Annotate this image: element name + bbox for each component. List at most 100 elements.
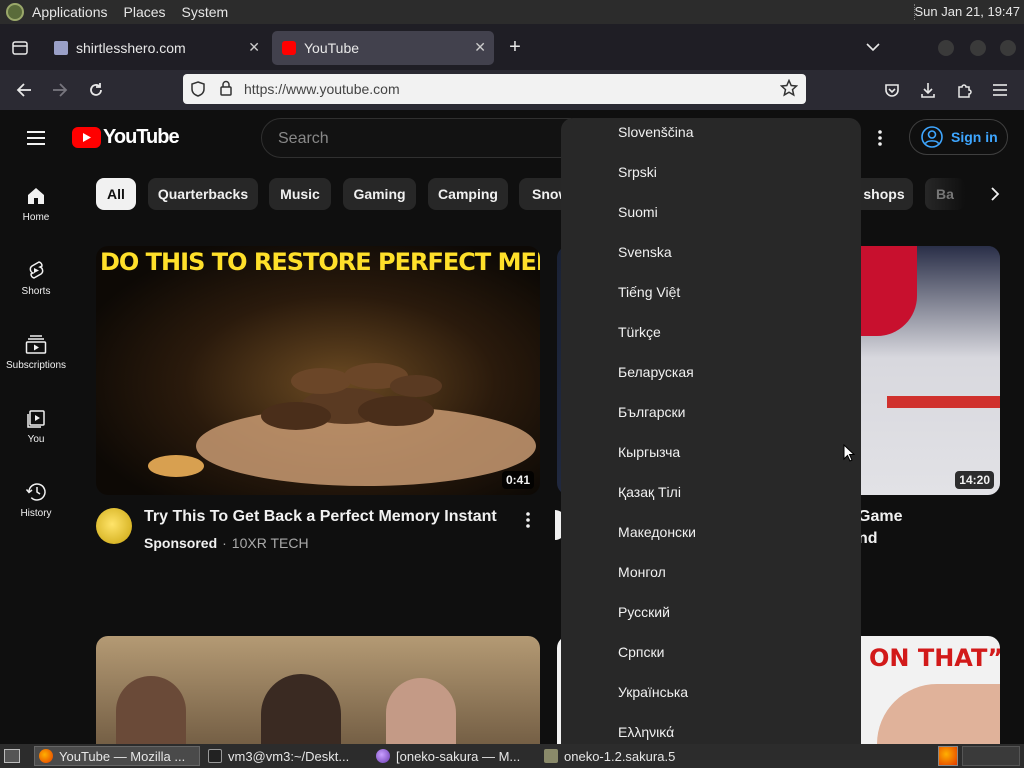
panel-clock[interactable]: Sun Jan 21, 19:47	[914, 4, 1020, 19]
jersey-red-stripe	[887, 396, 1000, 408]
chip-quarterbacks[interactable]: Quarterbacks	[148, 178, 258, 210]
language-option[interactable]: Кыргызча	[618, 444, 680, 460]
taskbar-item-folder[interactable]: oneko-1.2.sakura.5	[540, 746, 704, 766]
app-menu-icon[interactable]	[990, 80, 1010, 100]
site-favicon-icon	[54, 41, 68, 55]
language-option[interactable]: Српски	[618, 644, 664, 660]
window-close-icon[interactable]	[1000, 40, 1016, 56]
language-option[interactable]: Монгол	[618, 564, 666, 580]
taskbar-label: oneko-1.2.sakura.5	[564, 748, 676, 764]
gnome-foot-icon[interactable]	[6, 3, 24, 21]
video-duration: 0:41	[501, 471, 534, 489]
tab-shirtlesshero[interactable]: shirtlesshero.com ✕	[44, 31, 268, 65]
taskbar-item-firefox[interactable]: YouTube — Mozilla ...	[34, 746, 200, 766]
language-option[interactable]: Srpski	[618, 164, 657, 180]
taskbar-label: [oneko-sakura — M...	[396, 748, 521, 764]
lock-icon[interactable]	[219, 80, 233, 99]
language-option[interactable]: Türkçe	[618, 324, 661, 340]
nav-label: Shorts	[21, 286, 51, 297]
language-option[interactable]: Tiếng Việt	[618, 284, 680, 300]
shield-icon[interactable]	[191, 81, 205, 100]
chip-music[interactable]: Music	[269, 178, 331, 210]
chips-next-icon[interactable]	[985, 184, 1005, 204]
nav-you[interactable]: You	[0, 408, 72, 445]
places-menu[interactable]: Places	[116, 4, 174, 20]
system-menu[interactable]: System	[174, 4, 237, 20]
tab-title: YouTube	[304, 40, 360, 56]
workspace-slot[interactable]	[962, 746, 1020, 766]
url-bar[interactable]: https://www.youtube.com	[183, 74, 806, 104]
youtube-favicon-icon	[282, 41, 296, 55]
person-image	[116, 676, 186, 744]
sign-in-button[interactable]: Sign in	[909, 119, 1008, 155]
guide-menu-icon[interactable]	[24, 128, 48, 148]
search-input[interactable]: Search	[278, 130, 329, 148]
search-box[interactable]: Search	[261, 118, 571, 158]
new-tab-icon[interactable]: +	[504, 36, 526, 58]
show-desktop-icon[interactable]	[4, 749, 20, 763]
close-tab-icon[interactable]: ✕	[474, 39, 486, 56]
language-option[interactable]: Русский	[618, 604, 670, 620]
video-thumbnail[interactable]: DO THIS TO RESTORE PERFECT MEMORY 0:41	[96, 246, 540, 495]
nav-subscriptions[interactable]: Subscriptions	[0, 334, 72, 371]
channel-avatar[interactable]	[96, 508, 132, 544]
channel-name[interactable]: 10XR TECH	[232, 535, 309, 551]
video-more-icon[interactable]	[526, 512, 538, 532]
chip-gaming[interactable]: Gaming	[343, 178, 416, 210]
back-icon[interactable]	[14, 80, 34, 100]
face-image	[877, 684, 1000, 744]
language-option[interactable]: Македонски	[618, 524, 696, 540]
window-maximize-icon[interactable]	[970, 40, 986, 56]
sign-in-label: Sign in	[951, 129, 998, 145]
you-icon	[27, 410, 45, 428]
chip-ba[interactable]: Ba	[925, 178, 965, 210]
list-all-tabs-icon[interactable]	[862, 36, 884, 58]
pocket-icon[interactable]	[882, 80, 902, 100]
folder-icon	[544, 749, 558, 763]
language-option[interactable]: Қазақ Тілі	[618, 484, 681, 500]
language-option[interactable]: Suomi	[618, 204, 658, 220]
forward-icon[interactable]	[50, 80, 70, 100]
nav-label: Home	[22, 212, 50, 223]
close-tab-icon[interactable]: ✕	[248, 39, 260, 56]
tab-overview-icon[interactable]	[10, 38, 30, 58]
language-option[interactable]: Svenska	[618, 244, 672, 260]
extensions-icon[interactable]	[954, 80, 974, 100]
taskbar-item-oneko[interactable]: [oneko-sakura — M...	[372, 746, 536, 766]
gnome-top-panel: Applications Places System Sun Jan 21, 1…	[0, 0, 1024, 24]
more-options-icon[interactable]	[870, 128, 890, 148]
terminal-icon	[208, 749, 222, 763]
language-option[interactable]: Български	[618, 404, 685, 420]
gnome-taskbar: YouTube — Mozilla ... vm3@vm3:~/Deskt...…	[0, 744, 1024, 768]
url-text[interactable]: https://www.youtube.com	[244, 81, 400, 97]
language-option[interactable]: Slovenščina	[618, 124, 694, 140]
downloads-icon[interactable]	[918, 80, 938, 100]
tab-youtube[interactable]: YouTube ✕	[272, 31, 494, 65]
tab-title: shirtlesshero.com	[76, 40, 186, 56]
taskbar-item-terminal[interactable]: vm3@vm3:~/Deskt...	[204, 746, 368, 766]
chip-all[interactable]: All	[96, 178, 136, 210]
youtube-logo[interactable]: YouTube	[72, 126, 180, 149]
chip-camping[interactable]: Camping	[428, 178, 508, 210]
video-thumbnail[interactable]	[96, 636, 540, 744]
subscriptions-icon	[25, 335, 47, 354]
shorts-icon	[29, 261, 44, 279]
nav-history[interactable]: History	[0, 482, 72, 519]
video-title-fragment[interactable]: Game	[858, 508, 902, 526]
applications-menu[interactable]: Applications	[24, 4, 116, 20]
language-dropdown[interactable]: Slovenščina Srpski Suomi Svenska Tiếng Việt T…	[561, 118, 861, 744]
chip-shops[interactable]: shops	[855, 178, 913, 210]
language-option[interactable]: Беларуская	[618, 364, 694, 380]
reload-icon[interactable]	[86, 80, 106, 100]
nav-label: You	[27, 434, 45, 445]
language-option[interactable]: Ελληνικά	[618, 724, 674, 740]
person-image	[261, 674, 341, 744]
bookmark-star-icon[interactable]	[779, 78, 799, 100]
video-title[interactable]: Try This To Get Back a Perfect Memory In…	[144, 508, 497, 526]
workspace-switcher[interactable]	[938, 746, 958, 766]
nav-home[interactable]: Home	[0, 186, 72, 223]
youtube-logo-text: YouTube	[103, 126, 180, 148]
language-option[interactable]: Українська	[618, 684, 688, 700]
nav-shorts[interactable]: Shorts	[0, 260, 72, 297]
window-minimize-icon[interactable]	[938, 40, 954, 56]
